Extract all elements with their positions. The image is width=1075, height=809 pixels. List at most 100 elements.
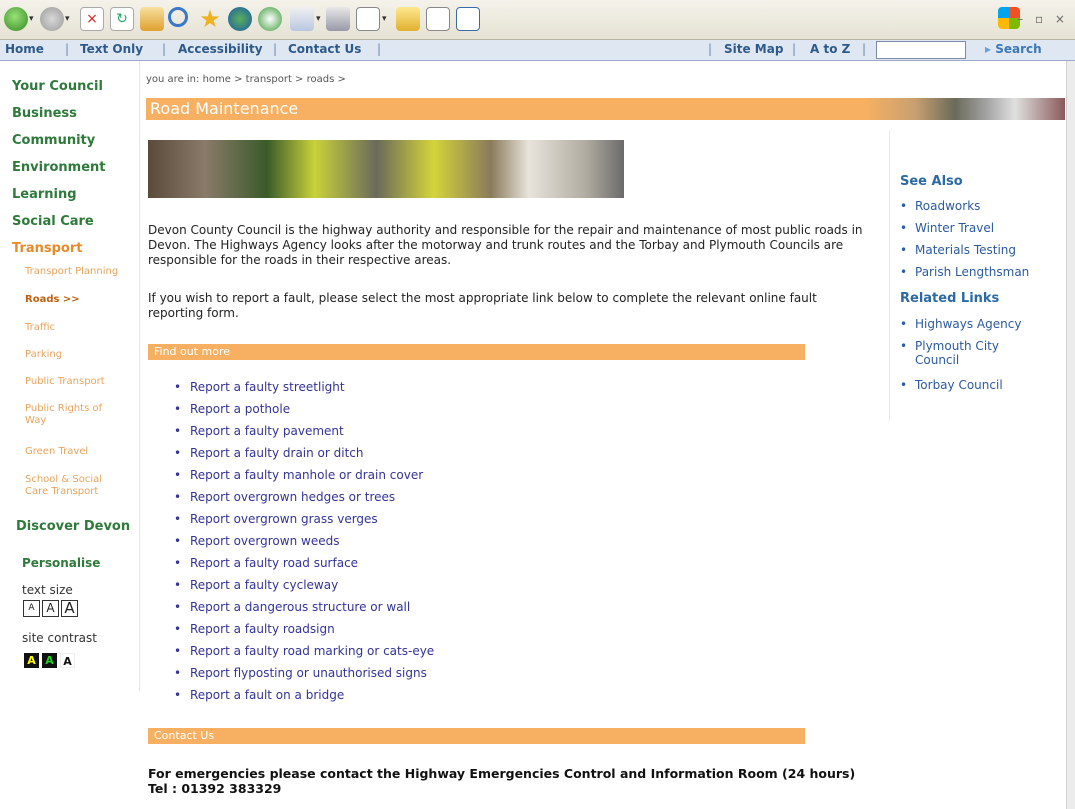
search-icon[interactable] (168, 7, 188, 27)
nav-sub-green-travel[interactable]: Green Travel (25, 446, 137, 458)
nav-accessibility[interactable]: Accessibility (178, 42, 263, 56)
nav-sub-parking[interactable]: Parking (25, 349, 137, 361)
report-link[interactable]: Report a faulty road surface (190, 556, 358, 570)
messenger-icon[interactable] (456, 7, 480, 31)
edit-icon[interactable] (356, 7, 380, 31)
nav-divider: | (273, 42, 278, 56)
related-links-heading: Related Links (900, 291, 1000, 306)
intro-paragraph: Devon County Council is the highway auth… (148, 223, 863, 267)
print-icon[interactable] (326, 7, 350, 31)
contrast-default-button[interactable]: A (60, 653, 75, 668)
find-out-more-bar: Find out more (148, 344, 805, 360)
nav-sub-traffic[interactable]: Traffic (25, 322, 137, 334)
back-icon[interactable] (4, 7, 28, 31)
search-input[interactable] (876, 41, 966, 59)
breadcrumb[interactable]: you are in: home > transport > roads > (146, 74, 346, 85)
report-link[interactable]: Report a faulty manhole or drain cover (190, 468, 423, 482)
bullet-icon: • (900, 378, 908, 392)
favorites-icon[interactable]: ★ (198, 7, 222, 31)
report-link[interactable]: Report a faulty drain or ditch (190, 446, 364, 460)
header-banner-image (865, 98, 1065, 120)
nav-learning[interactable]: Learning (12, 187, 77, 202)
emergency-contact-text: For emergencies please contact the Highw… (148, 766, 856, 796)
report-link[interactable]: Report a faulty road marking or cats-eye (190, 644, 434, 658)
report-link[interactable]: Report a dangerous structure or wall (190, 600, 410, 614)
personalise-heading: Personalise (22, 556, 101, 570)
report-link[interactable]: Report a faulty cycleway (190, 578, 338, 592)
report-link[interactable]: Report a faulty streetlight (190, 380, 345, 394)
contact-us-bar: Contact Us (148, 728, 805, 744)
nav-sub-transport-planning[interactable]: Transport Planning (25, 266, 137, 278)
media-icon[interactable] (228, 7, 252, 31)
see-also-heading: See Also (900, 174, 963, 189)
bullet-icon: • (900, 339, 908, 353)
left-navigation: Your Council Business Community Environm… (0, 61, 140, 691)
nav-business[interactable]: Business (12, 106, 77, 121)
report-link[interactable]: Report a faulty pavement (190, 424, 344, 438)
search-arrow-icon: ▸ (985, 42, 992, 56)
nav-discover-devon[interactable]: Discover Devon (16, 519, 130, 534)
home-icon[interactable] (140, 7, 164, 31)
forward-dropdown-icon[interactable]: ▾ (65, 14, 70, 24)
contact-us-heading: Contact Us (154, 729, 215, 742)
nav-divider: | (65, 42, 70, 56)
refresh-icon[interactable]: ↻ (110, 7, 134, 31)
report-link[interactable]: Report overgrown weeds (190, 534, 339, 548)
text-size-label: text size (22, 583, 73, 597)
window-controls[interactable]: – ▫ × (1017, 12, 1069, 26)
page-header-bar: Road Maintenance (146, 98, 1065, 120)
bullet-icon: • (900, 221, 908, 235)
stop-icon[interactable]: × (80, 7, 104, 31)
bullet-icon: • (900, 317, 908, 331)
nav-community[interactable]: Community (12, 133, 95, 148)
history-icon[interactable] (258, 7, 282, 31)
nav-divider: | (792, 42, 797, 56)
text-size-large-button[interactable]: A (61, 600, 78, 617)
report-link[interactable]: Report a faulty roadsign (190, 622, 335, 636)
report-link[interactable]: Report overgrown hedges or trees (190, 490, 395, 504)
bullet-icon: • (900, 243, 908, 257)
nav-sub-roads[interactable]: Roads >> (25, 294, 137, 306)
road-workers-photo (148, 140, 624, 198)
nav-a-to-z[interactable]: A to Z (810, 42, 850, 56)
mail-icon[interactable] (290, 7, 314, 31)
text-size-small-button[interactable]: A (23, 600, 40, 617)
bullet-icon: • (900, 265, 908, 279)
nav-your-council[interactable]: Your Council (12, 79, 103, 94)
vertical-scrollbar[interactable] (1066, 61, 1075, 809)
report-link[interactable]: Report a fault on a bridge (190, 688, 344, 702)
site-contrast-label: site contrast (22, 631, 97, 645)
nav-social-care[interactable]: Social Care (12, 214, 94, 229)
forward-icon[interactable] (40, 7, 64, 31)
find-out-more-heading: Find out more (154, 345, 231, 358)
nav-environment[interactable]: Environment (12, 160, 106, 175)
report-link[interactable]: Report overgrown grass verges (190, 512, 378, 526)
mail-dropdown-icon[interactable]: ▾ (316, 14, 321, 24)
nav-site-map[interactable]: Site Map (724, 42, 783, 56)
nav-divider: | (377, 42, 382, 56)
report-link[interactable]: Report flyposting or unauthorised signs (190, 666, 427, 680)
page-icon[interactable] (426, 7, 450, 31)
nav-divider: | (708, 42, 713, 56)
nav-transport[interactable]: Transport (12, 241, 82, 256)
nav-sub-public-rights-of-way[interactable]: Public Rights of Way (25, 403, 120, 427)
browser-toolbar: ▾ ▾ × ↻ ★ ▾ ▾ – ▫ × (0, 0, 1075, 40)
nav-divider: | (862, 42, 867, 56)
nav-text-only[interactable]: Text Only (80, 42, 143, 56)
nav-home[interactable]: Home (5, 42, 44, 56)
nav-divider: | (162, 42, 167, 56)
nav-sub-public-transport[interactable]: Public Transport (25, 376, 137, 388)
page-title: Road Maintenance (150, 99, 299, 118)
folder-icon[interactable] (396, 7, 420, 31)
contrast-green-on-black-button[interactable]: A (42, 653, 57, 668)
report-intro-paragraph: If you wish to report a fault, please se… (148, 291, 817, 320)
edit-dropdown-icon[interactable]: ▾ (382, 14, 387, 24)
search-button[interactable]: ▸ Search (985, 42, 1042, 56)
bullet-icon: • (900, 199, 908, 213)
report-link[interactable]: Report a pothole (190, 402, 290, 416)
back-dropdown-icon[interactable]: ▾ (29, 14, 34, 24)
contrast-yellow-on-black-button[interactable]: A (24, 653, 39, 668)
nav-contact-us[interactable]: Contact Us (288, 42, 361, 56)
nav-sub-school-social-care-transport[interactable]: School & Social Care Transport (25, 474, 125, 498)
text-size-medium-button[interactable]: A (42, 600, 59, 617)
